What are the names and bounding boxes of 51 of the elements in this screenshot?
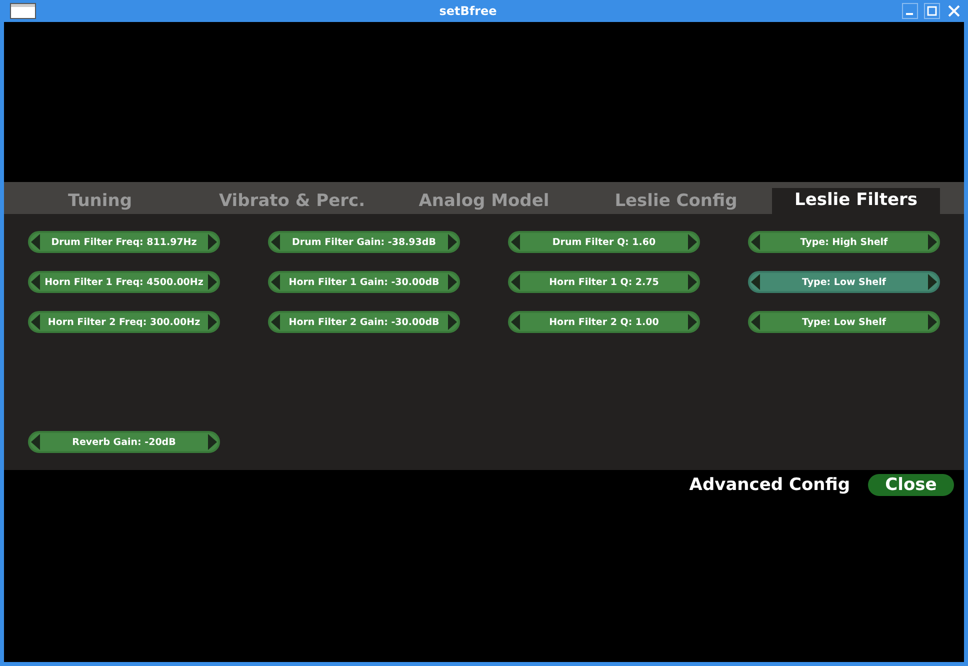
tab[interactable]: Leslie Config: [580, 182, 772, 214]
minimize-icon[interactable]: [902, 3, 918, 19]
value-spinner[interactable]: Drum Filter Freq: 811.97Hz: [28, 231, 220, 253]
right-arrow-icon[interactable]: [688, 234, 697, 250]
left-arrow-icon[interactable]: [751, 314, 760, 330]
value-spinner[interactable]: Horn Filter 2 Gain: -30.00dB: [268, 311, 460, 333]
right-arrow-icon[interactable]: [928, 234, 937, 250]
maximize-icon[interactable]: [924, 3, 940, 19]
left-arrow-icon[interactable]: [31, 314, 40, 330]
left-arrow-icon[interactable]: [31, 274, 40, 290]
left-arrow-icon[interactable]: [511, 314, 520, 330]
value-spinner[interactable]: Drum Filter Q: 1.60: [508, 231, 700, 253]
left-arrow-icon[interactable]: [751, 274, 760, 290]
tab[interactable]: Analog Model: [388, 182, 580, 214]
value-spinner[interactable]: Horn Filter 2 Freq: 300.00Hz: [28, 311, 220, 333]
left-arrow-icon[interactable]: [271, 274, 280, 290]
right-arrow-icon[interactable]: [688, 314, 697, 330]
right-arrow-icon[interactable]: [448, 274, 457, 290]
left-arrow-icon[interactable]: [271, 234, 280, 250]
value-spinner[interactable]: Drum Filter Gain: -38.93dB: [268, 231, 460, 253]
right-arrow-icon[interactable]: [448, 314, 457, 330]
right-arrow-icon[interactable]: [688, 274, 697, 290]
value-spinner[interactable]: Type: Low Shelf: [748, 271, 940, 293]
value-spinner[interactable]: Horn Filter 1 Gain: -30.00dB: [268, 271, 460, 293]
right-arrow-icon[interactable]: [208, 234, 217, 250]
right-arrow-icon[interactable]: [208, 434, 217, 450]
left-arrow-icon[interactable]: [31, 434, 40, 450]
tab[interactable]: Tuning: [4, 182, 196, 214]
advanced-config-link[interactable]: Advanced Config: [689, 475, 850, 495]
left-arrow-icon[interactable]: [511, 234, 520, 250]
right-arrow-icon[interactable]: [928, 314, 937, 330]
tab[interactable]: Leslie Filters: [772, 188, 940, 214]
close-icon[interactable]: [946, 3, 962, 19]
right-arrow-icon[interactable]: [928, 274, 937, 290]
right-arrow-icon[interactable]: [208, 314, 217, 330]
window-title: setBfree: [438, 4, 498, 18]
value-spinner[interactable]: Type: Low Shelf: [748, 311, 940, 333]
value-spinner[interactable]: Horn Filter 2 Q: 1.00: [508, 311, 700, 333]
value-spinner[interactable]: Type: High Shelf: [748, 231, 940, 253]
value-spinner[interactable]: Reverb Gain: -20dB: [28, 431, 220, 453]
window-icon: [10, 3, 36, 19]
left-arrow-icon[interactable]: [31, 234, 40, 250]
tab[interactable]: Vibrato & Perc.: [196, 182, 388, 214]
right-arrow-icon[interactable]: [448, 234, 457, 250]
left-arrow-icon[interactable]: [271, 314, 280, 330]
value-spinner[interactable]: Horn Filter 1 Q: 2.75: [508, 271, 700, 293]
close-button[interactable]: Close: [868, 474, 954, 496]
right-arrow-icon[interactable]: [208, 274, 217, 290]
left-arrow-icon[interactable]: [511, 274, 520, 290]
value-spinner[interactable]: Horn Filter 1 Freq: 4500.00Hz: [28, 271, 220, 293]
left-arrow-icon[interactable]: [751, 234, 760, 250]
